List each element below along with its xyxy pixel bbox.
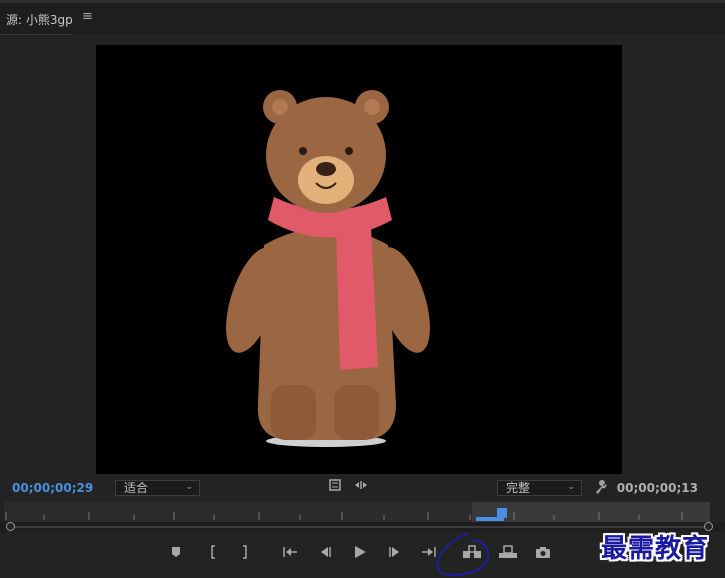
step-forward-icon xyxy=(389,547,399,557)
watermark-logo: 最需教育 xyxy=(601,534,710,564)
quality-value: 完整 xyxy=(506,481,531,495)
drag-audio-video-icon[interactable] xyxy=(354,479,368,494)
bear-nose xyxy=(316,162,336,176)
timeline-ruler[interactable] xyxy=(4,502,710,522)
zoom-value: 适合 xyxy=(124,481,149,495)
quality-dropdown[interactable]: 完整 ⌄ xyxy=(497,480,582,496)
go-to-in-icon xyxy=(283,547,297,557)
step-back-icon xyxy=(321,547,331,557)
bear-illustration xyxy=(226,90,430,447)
overwrite-icon xyxy=(499,545,517,558)
wrench-icon[interactable] xyxy=(594,480,608,498)
tab-underline xyxy=(0,34,72,35)
duration-timecode: 00;00;00;13 xyxy=(616,481,698,495)
left-eye xyxy=(299,147,307,155)
mark-out-icon xyxy=(243,545,247,559)
export-frame-button[interactable] xyxy=(532,540,554,564)
step-forward-button[interactable] xyxy=(384,540,406,564)
play-icon xyxy=(355,546,366,558)
zoom-dropdown[interactable]: 适合 ⌄ xyxy=(115,480,200,496)
panel-header: 源: 小熊3gp ≡ xyxy=(0,0,725,35)
step-back-button[interactable] xyxy=(314,540,336,564)
marker-icon xyxy=(172,547,180,557)
annotation-scribble xyxy=(436,532,489,576)
play-button[interactable] xyxy=(349,540,371,564)
chevron-down-icon: ⌄ xyxy=(567,482,575,492)
ruler-ticks xyxy=(5,502,710,522)
camera-icon xyxy=(536,546,550,558)
scarf-tail xyxy=(336,227,378,370)
right-eye xyxy=(345,147,353,155)
playhead-icon xyxy=(497,508,507,518)
mark-in-icon xyxy=(211,545,215,559)
right-leg xyxy=(334,385,379,440)
panel-title[interactable]: 源: 小熊3gp xyxy=(6,11,73,28)
filmstrip-icon[interactable] xyxy=(329,479,341,494)
left-leg xyxy=(271,385,316,440)
mark-out-button[interactable] xyxy=(234,540,256,564)
add-marker-button[interactable] xyxy=(165,540,187,564)
mark-in-button[interactable] xyxy=(202,540,224,564)
chevron-down-icon: ⌄ xyxy=(185,482,193,492)
hamburger-icon[interactable]: ≡ xyxy=(82,9,93,24)
current-timecode[interactable]: 00;00;00;29 xyxy=(12,481,93,495)
overwrite-button[interactable] xyxy=(497,540,519,564)
go-to-in-button[interactable] xyxy=(279,540,301,564)
scrollbar-left-handle[interactable] xyxy=(6,522,15,531)
video-preview xyxy=(96,45,622,474)
